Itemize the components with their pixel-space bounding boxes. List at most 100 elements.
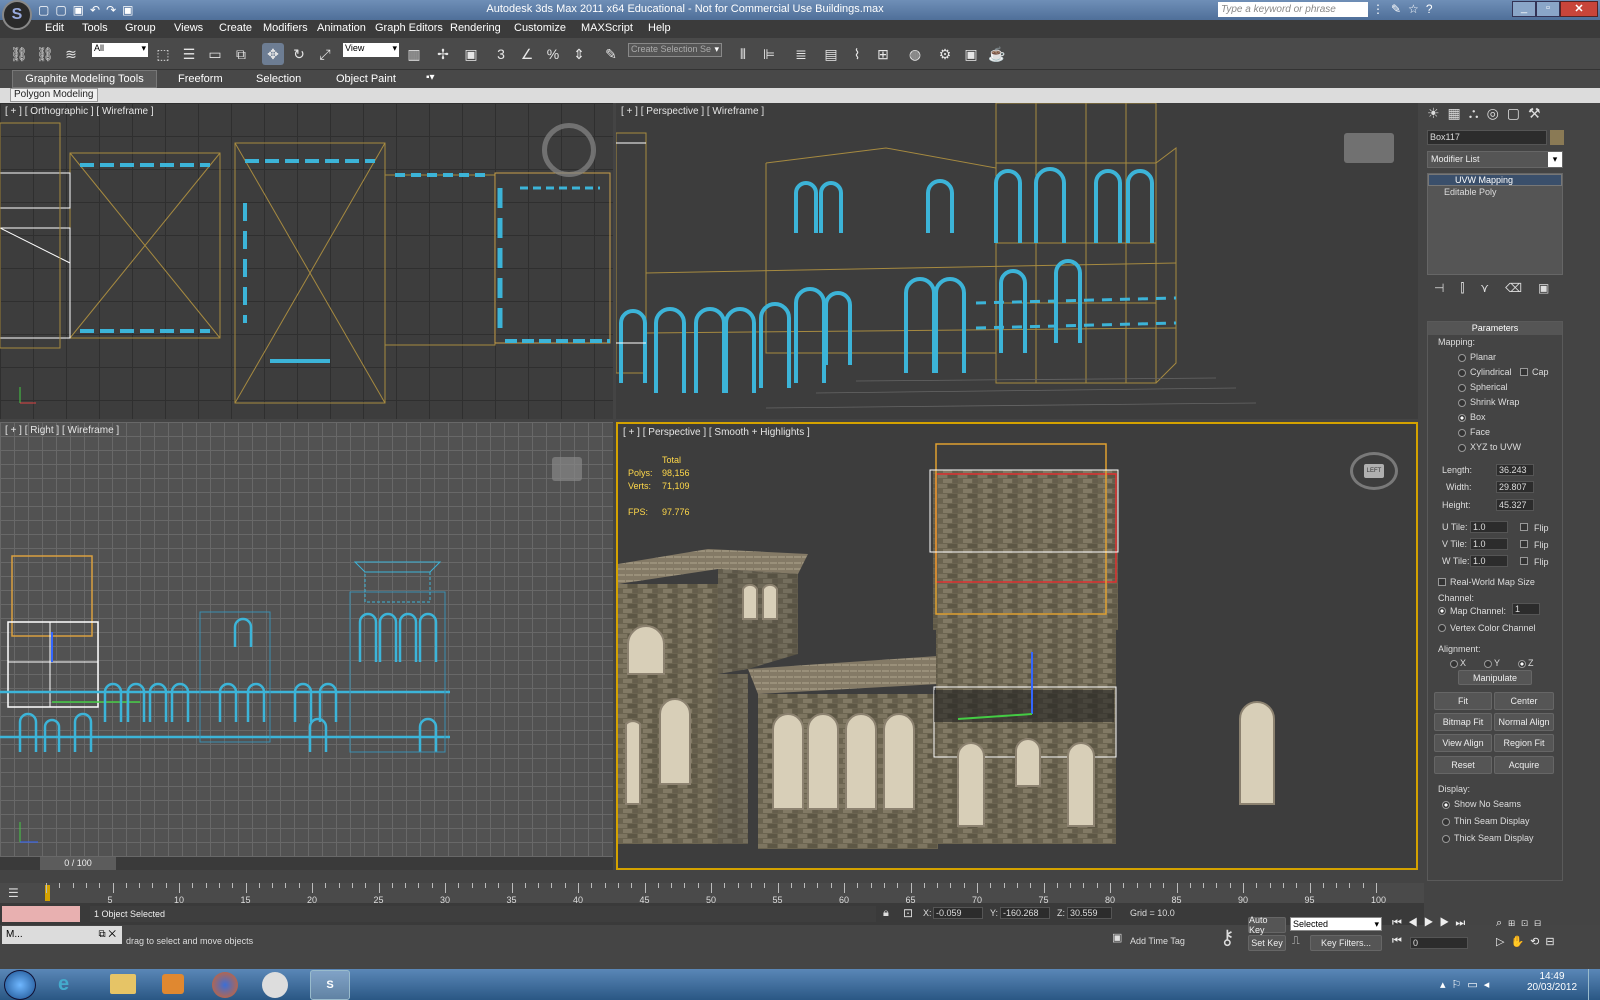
view-align-button[interactable]: View Align <box>1434 734 1492 752</box>
viewcube-icon[interactable] <box>1344 133 1394 163</box>
keyboard-shortcut-icon[interactable]: ▣ <box>460 43 482 65</box>
stack-tools[interactable]: ⊣⫿⋎⌫▣ <box>1434 281 1594 296</box>
curve-editor-icon[interactable]: ⌇ <box>846 43 868 65</box>
viewport-orthographic[interactable]: [ + ] [ Orthographic ] [ Wireframe ] <box>0 103 613 419</box>
ie-icon[interactable]: e <box>58 973 84 997</box>
viewport-nav-icons[interactable]: ⌕⊞⊡⊟ <box>1496 917 1547 930</box>
stack-item-uvw-mapping[interactable]: UVW Mapping <box>1428 174 1562 186</box>
radio-face[interactable] <box>1458 429 1466 437</box>
flip-w-checkbox[interactable] <box>1520 557 1528 565</box>
steering-wheel-icon[interactable] <box>542 123 596 177</box>
minimized-window[interactable]: M... ⧉ ✕ <box>2 926 122 944</box>
angle-snap-icon[interactable]: ∠ <box>516 43 538 65</box>
selection-filter-dropdown[interactable]: All ▾ <box>92 43 148 57</box>
radio-spherical[interactable] <box>1458 384 1466 392</box>
scale-icon[interactable]: ⤢ <box>314 43 336 65</box>
menu-modifiers[interactable]: Modifiers <box>263 22 308 34</box>
viewcube-left-icon[interactable]: LEFT <box>1350 452 1398 490</box>
key-icon[interactable]: ⚷ <box>1220 925 1235 950</box>
menu-tools[interactable]: Tools <box>82 22 108 34</box>
schematic-view-icon[interactable]: ⊞ <box>872 43 894 65</box>
rendered-frame-icon[interactable]: ▣ <box>960 43 982 65</box>
rotate-icon[interactable]: ↻ <box>288 43 310 65</box>
viewport-right[interactable]: [ + ] [ Right ] [ Wireframe ] 0 / 100 <box>0 422 613 870</box>
viewport-label[interactable]: [ + ] [ Perspective ] [ Smooth + Highlig… <box>623 427 810 438</box>
media-player-icon[interactable] <box>162 974 184 994</box>
radio-planar[interactable] <box>1458 354 1466 362</box>
menu-group[interactable]: Group <box>125 22 156 34</box>
menu-views[interactable]: Views <box>174 22 203 34</box>
add-time-tag[interactable]: Add Time Tag <box>1130 936 1185 946</box>
search-input[interactable]: Type a keyword or phrase <box>1218 2 1368 17</box>
viewport-label[interactable]: [ + ] [ Right ] [ Wireframe ] <box>5 425 119 436</box>
window-crossing-icon[interactable]: ⧉ <box>230 43 252 65</box>
tab-selection[interactable]: Selection <box>256 73 301 85</box>
vtile-field[interactable]: 1.0 <box>1470 538 1508 550</box>
current-frame-field[interactable]: 0 <box>1410 937 1468 949</box>
viewport-perspective-shaded[interactable]: [ + ] [ Perspective ] [ Smooth + Highlig… <box>616 422 1418 870</box>
select-by-name-icon[interactable]: ☰ <box>178 43 200 65</box>
close-button[interactable]: ✕ <box>1560 1 1598 17</box>
width-field[interactable]: 29.807 <box>1496 481 1534 493</box>
move-icon[interactable]: ✥ <box>262 43 284 65</box>
utile-field[interactable]: 1.0 <box>1470 521 1508 533</box>
app-logo-icon[interactable]: S <box>2 0 32 30</box>
paint-icon[interactable] <box>262 972 288 998</box>
align-icon[interactable]: ⊫ <box>758 43 780 65</box>
maximize-button[interactable]: ▫ <box>1536 1 1560 17</box>
viewcube-icon[interactable] <box>552 457 582 481</box>
flip-v-checkbox[interactable] <box>1520 540 1528 548</box>
firefox-icon[interactable] <box>212 972 238 998</box>
parameters-header[interactable]: Parameters <box>1428 322 1562 335</box>
radio-vertex-color[interactable] <box>1438 624 1446 632</box>
show-desktop-button[interactable] <box>1588 969 1600 1000</box>
time-tag-icon[interactable]: ▣ <box>1112 931 1122 944</box>
set-key-filter-icon[interactable]: ⎍ <box>1292 935 1300 948</box>
snap-toggle-icon[interactable]: 3 <box>490 43 512 65</box>
reset-button[interactable]: Reset <box>1434 756 1492 774</box>
lock-icon[interactable]: 🔒︎ <box>883 907 889 920</box>
radio-thin-seam[interactable] <box>1442 818 1450 826</box>
graphite-toggle-icon[interactable]: ▤ <box>820 43 842 65</box>
time-slider-label[interactable]: 0 / 100 <box>40 857 116 870</box>
radio-align-x[interactable] <box>1450 660 1458 668</box>
viewport-scrollbar[interactable]: 0 / 100 <box>0 857 613 870</box>
menu-rendering[interactable]: Rendering <box>450 22 501 34</box>
auto-key-button[interactable]: Auto Key <box>1248 915 1286 935</box>
fit-button[interactable]: Fit <box>1434 692 1492 710</box>
tray-icons[interactable]: ▴⚐▭◂ <box>1440 978 1495 991</box>
spinner-snap-icon[interactable]: ⇕ <box>568 43 590 65</box>
key-filters-button[interactable]: Key Filters... <box>1310 935 1382 951</box>
tab-freeform[interactable]: Freeform <box>178 73 223 85</box>
cap-checkbox[interactable] <box>1520 368 1528 376</box>
map-channel-field[interactable]: 1 <box>1512 603 1540 615</box>
radio-thick-seam[interactable] <box>1442 835 1450 843</box>
minimized-window-close-icon[interactable]: ⧉ ✕ <box>98 926 116 944</box>
mirror-icon[interactable]: ⫴ <box>732 43 754 65</box>
region-fit-button[interactable]: Region Fit <box>1494 734 1554 752</box>
center-button[interactable]: Center <box>1494 692 1554 710</box>
wtile-field[interactable]: 1.0 <box>1470 555 1508 567</box>
render-production-icon[interactable]: ☕ <box>986 43 1008 65</box>
unlink-icon[interactable]: ⛓ <box>34 43 56 65</box>
clock[interactable]: 14:49 20/03/2012 <box>1520 971 1584 993</box>
radio-box[interactable] <box>1458 414 1466 422</box>
normal-align-button[interactable]: Normal Align <box>1494 713 1554 731</box>
playback-controls[interactable]: ⏮◀▶▶⏭ <box>1392 917 1471 930</box>
render-setup-icon[interactable]: ⚙ <box>934 43 956 65</box>
object-name-field[interactable]: Box117 <box>1427 130 1547 145</box>
radio-map-channel[interactable] <box>1438 607 1446 615</box>
maxscript-listener[interactable] <box>2 906 80 922</box>
explorer-icon[interactable] <box>110 974 136 994</box>
menu-edit[interactable]: Edit <box>45 22 64 34</box>
edit-named-sel-icon[interactable]: ✎ <box>600 43 622 65</box>
stack-item-editable-poly[interactable]: Editable Poly <box>1428 186 1562 198</box>
set-key-button[interactable]: Set Key <box>1248 935 1286 951</box>
object-color-swatch[interactable] <box>1550 130 1564 145</box>
absolute-mode-icon[interactable]: ⊡ <box>903 906 913 920</box>
tab-object-paint[interactable]: Object Paint <box>336 73 396 85</box>
ref-coord-dropdown[interactable]: View ▾ <box>343 43 399 57</box>
select-manipulate-icon[interactable]: ✢ <box>432 43 454 65</box>
length-field[interactable]: 36.243 <box>1496 464 1534 476</box>
menu-create[interactable]: Create <box>219 22 252 34</box>
